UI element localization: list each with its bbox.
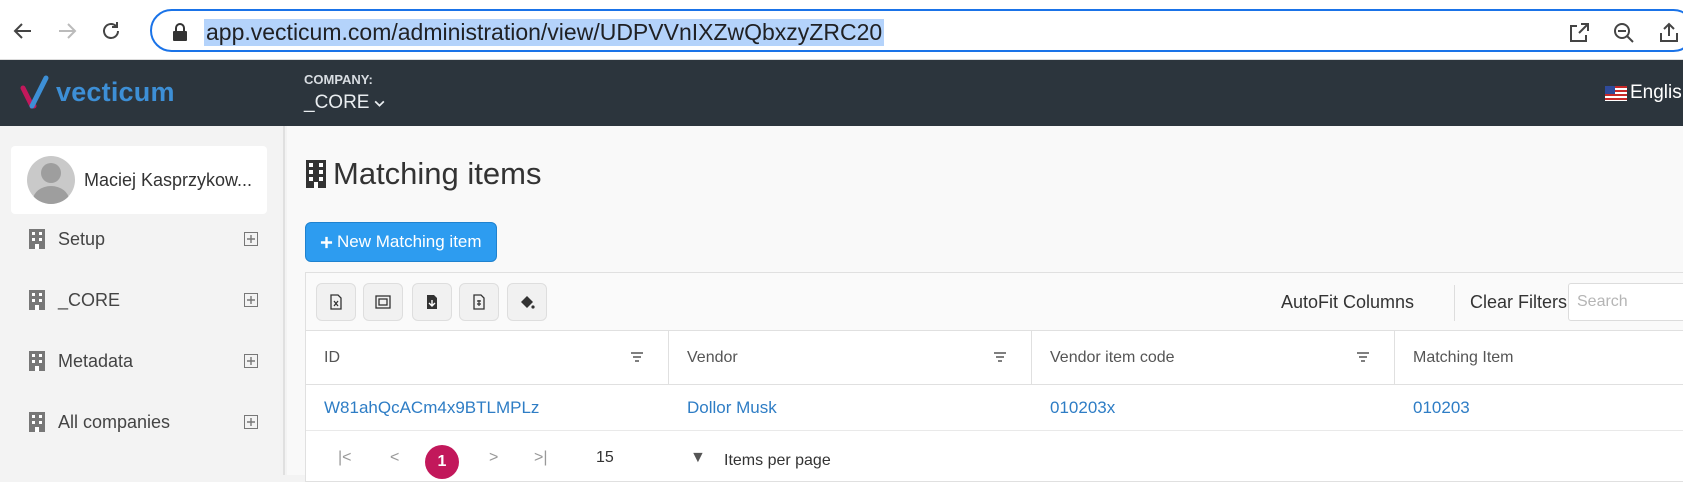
page-title: Matching items <box>305 156 541 192</box>
data-grid: AutoFit Columns Clear Filters ID Vendor … <box>305 272 1683 482</box>
share-icon[interactable] <box>1657 21 1681 45</box>
language-selector[interactable]: English <box>1605 82 1683 104</box>
us-flag-icon <box>1605 85 1627 101</box>
sidebar-item-label: _CORE <box>58 289 121 310</box>
page-size-value[interactable]: 15 <box>596 449 614 467</box>
column-header-label: Vendor item code <box>1050 349 1175 366</box>
new-button-label: New Matching item <box>337 232 482 251</box>
paint-format-button[interactable] <box>507 283 547 321</box>
import-file-button[interactable] <box>412 283 452 321</box>
main-content: Matching items New Matching item AutoFit… <box>287 126 1683 482</box>
csv-file-icon <box>473 294 485 310</box>
excel-file-icon <box>330 294 342 310</box>
app-header: vecticum COMPANY: _CORE English <box>0 60 1683 126</box>
export-csv-button[interactable] <box>459 283 499 321</box>
column-header-id[interactable]: ID <box>306 331 669 385</box>
plus-icon <box>320 236 333 248</box>
prev-page-icon[interactable]: < <box>390 449 399 467</box>
cell-matching-item[interactable]: 010203 <box>1413 398 1470 418</box>
page-size-dropdown-icon[interactable]: ▼ <box>690 449 706 467</box>
reload-icon <box>103 22 119 39</box>
column-header-label: ID <box>324 349 340 366</box>
expand-plus-icon[interactable] <box>244 232 258 246</box>
sidebar-item-setup[interactable]: Setup <box>28 224 258 254</box>
image-frame-icon <box>375 295 391 309</box>
last-page-icon[interactable]: >| <box>534 449 548 467</box>
grid-toolbar: AutoFit Columns Clear Filters <box>306 273 1683 331</box>
sidebar-item-core[interactable]: _CORE <box>28 285 258 315</box>
company-selector[interactable]: _CORE <box>304 92 386 114</box>
items-per-page-label: Items per page <box>724 452 831 469</box>
lock-icon <box>173 23 187 41</box>
paint-bucket-icon <box>521 296 535 309</box>
export-excel-button[interactable] <box>316 283 356 321</box>
sidebar-item-label: Metadata <box>58 350 134 371</box>
building-icon <box>29 290 45 310</box>
company-value: _CORE <box>304 92 370 113</box>
language-label: English <box>1630 82 1683 103</box>
building-icon <box>29 351 45 371</box>
column-header-vendor[interactable]: Vendor <box>669 331 1032 385</box>
chevron-down-icon <box>375 100 385 107</box>
sidebar-item-label: Setup <box>58 228 106 249</box>
pager: |< < 1 > >| 15 ▼ Items per page <box>306 431 1683 481</box>
forward-button[interactable] <box>50 14 84 48</box>
column-header-label: Vendor <box>687 349 738 366</box>
sidebar-item-all-companies[interactable]: All companies <box>28 407 258 437</box>
clear-filters-button[interactable]: Clear Filters <box>1470 292 1567 313</box>
search-input[interactable] <box>1568 283 1683 321</box>
expand-plus-icon[interactable] <box>244 415 258 429</box>
cell-vendor[interactable]: Dollor Musk <box>687 398 777 418</box>
filter-icon[interactable] <box>993 351 1007 363</box>
avatar <box>27 156 75 204</box>
expand-plus-icon[interactable] <box>244 354 258 368</box>
address-bar[interactable]: app.vecticum.com/administration/view/UDP… <box>150 9 1683 52</box>
url-text[interactable]: app.vecticum.com/administration/view/UDP… <box>204 19 885 46</box>
autofit-columns-button[interactable]: AutoFit Columns <box>1281 292 1414 313</box>
column-header-label: Matching Item <box>1413 349 1514 366</box>
open-external-icon[interactable] <box>1567 21 1591 45</box>
vecticum-logo[interactable]: vecticum <box>20 74 175 110</box>
filter-icon[interactable] <box>630 351 644 363</box>
cell-id[interactable]: W81ahQcACm4x9BTLMPLz <box>324 398 539 418</box>
toolbar-divider <box>1454 285 1455 321</box>
user-card[interactable]: Maciej Kasprzykow... <box>11 146 267 214</box>
back-button[interactable] <box>6 14 40 48</box>
export-image-button[interactable] <box>363 283 403 321</box>
sidebar: Maciej Kasprzykow... Setup _CORE Metadat… <box>0 126 285 475</box>
company-label: COMPANY: <box>304 72 373 87</box>
cell-vendor-item-code[interactable]: 010203x <box>1050 398 1115 418</box>
logo-text: vecticum <box>56 76 175 107</box>
next-page-icon[interactable]: > <box>489 449 498 467</box>
building-icon <box>306 160 326 188</box>
user-name: Maciej Kasprzykow... <box>84 169 253 190</box>
new-matching-item-button[interactable]: New Matching item <box>305 222 497 262</box>
table-header: ID Vendor Vendor item code Matching Item <box>306 331 1683 385</box>
filter-icon[interactable] <box>1356 351 1370 363</box>
sidebar-item-label: All companies <box>58 411 171 432</box>
expand-plus-icon[interactable] <box>244 293 258 307</box>
logo-mark-icon <box>20 75 49 109</box>
page-title-text: Matching items <box>333 156 542 191</box>
first-page-icon[interactable]: |< <box>338 449 352 467</box>
arrow-left-icon <box>13 23 31 39</box>
arrow-right-icon <box>59 23 77 39</box>
column-header-vendor-item-code[interactable]: Vendor item code <box>1032 331 1395 385</box>
building-icon <box>29 412 45 432</box>
current-page-button[interactable]: 1 <box>425 445 459 479</box>
reload-button[interactable] <box>94 14 128 48</box>
sidebar-item-metadata[interactable]: Metadata <box>28 346 258 376</box>
zoom-out-icon[interactable] <box>1612 21 1636 45</box>
column-header-matching-item[interactable]: Matching Item <box>1395 331 1683 385</box>
file-import-icon <box>427 295 437 309</box>
table-row[interactable]: W81ahQcACm4x9BTLMPLz Dollor Musk 010203x… <box>306 385 1683 431</box>
building-icon <box>29 229 45 249</box>
browser-toolbar: app.vecticum.com/administration/view/UDP… <box>0 0 1683 60</box>
